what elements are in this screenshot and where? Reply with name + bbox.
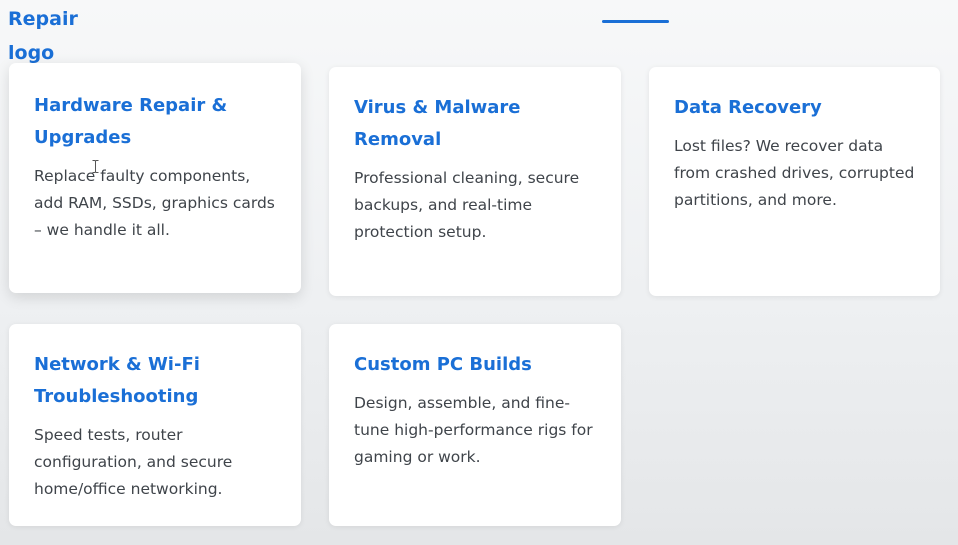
service-card-title: Hardware Repair & Upgrades [34, 95, 228, 148]
service-card-description: Lost files? We recover data from crashed… [674, 137, 915, 209]
service-card-data-recovery[interactable]: Data Recovery Lost files? We recover dat… [649, 67, 940, 296]
service-card-title: Virus & Malware Removal [354, 97, 521, 150]
service-card-network-troubleshooting[interactable]: Network & Wi-Fi Troubleshooting Speed te… [9, 324, 301, 526]
service-card-virus-removal[interactable]: Virus & Malware Removal Professional cle… [329, 67, 621, 296]
service-card-description: Replace faulty components, add RAM, SSDs… [34, 167, 275, 239]
service-card-title: Network & Wi-Fi Troubleshooting [34, 354, 200, 407]
service-card-custom-pc-builds[interactable]: Custom PC Builds Design, assemble, and f… [329, 324, 621, 526]
nav-active-indicator [602, 20, 669, 23]
service-card-description: Design, assemble, and fine-tune high-per… [354, 394, 593, 466]
service-card-hardware-repair[interactable]: Hardware Repair & Upgrades Replace fault… [9, 63, 301, 293]
site-logo[interactable]: Repair logo [8, 2, 108, 70]
service-card-title: Data Recovery [674, 97, 822, 118]
service-card-description: Professional cleaning, secure backups, a… [354, 169, 580, 241]
service-card-description: Speed tests, router configuration, and s… [34, 426, 233, 498]
service-card-title: Custom PC Builds [354, 354, 532, 375]
